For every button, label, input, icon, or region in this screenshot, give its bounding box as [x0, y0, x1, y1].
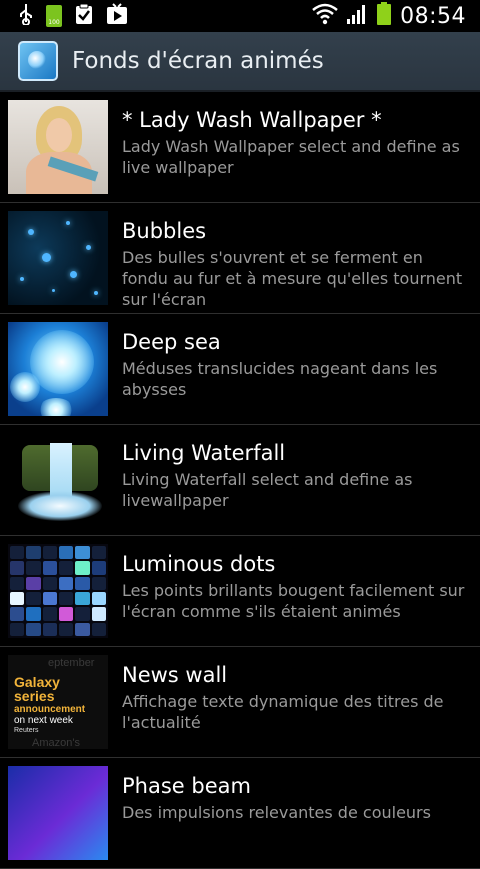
battery-app-label: 100 [48, 19, 60, 26]
list-item[interactable]: Living Waterfall Living Waterfall select… [0, 425, 480, 536]
live-wallpaper-icon[interactable] [18, 41, 58, 81]
news-thumb-source: Reuters [14, 727, 39, 734]
wallpaper-title: * Lady Wash Wallpaper * [122, 108, 382, 132]
battery-icon [376, 2, 392, 30]
wallpaper-list: * Lady Wash Wallpaper * Lady Wash Wallpa… [0, 92, 480, 869]
play-store-icon [106, 3, 128, 29]
wallpaper-thumbnail-news-wall: eptember Galaxy series announcement on n… [8, 655, 108, 749]
list-item[interactable]: Phase beam Des impulsions relevantes de … [0, 758, 480, 869]
page-title: Fonds d'écran animés [72, 48, 324, 74]
wallpaper-title: Phase beam [122, 774, 251, 798]
wallpaper-description: Living Waterfall select and define as li… [122, 470, 413, 510]
list-item[interactable]: * Lady Wash Wallpaper * Lady Wash Wallpa… [0, 92, 480, 203]
news-thumb-line4: on next week [14, 715, 73, 726]
wallpaper-description: Des bulles s'ouvrent et se ferment en fo… [122, 248, 463, 309]
wallpaper-title: Deep sea [122, 330, 221, 354]
list-item[interactable]: eptember Galaxy series announcement on n… [0, 647, 480, 758]
list-item[interactable]: Bubbles Des bulles s'ouvrent et se ferme… [0, 203, 480, 314]
clock: 08:54 [400, 3, 466, 29]
wallpaper-thumbnail-living-waterfall [8, 433, 108, 527]
wallpaper-thumbnail-phase-beam [8, 766, 108, 860]
status-bar: 100 08:54 [0, 0, 480, 32]
wifi-icon [312, 3, 338, 29]
news-thumb-line2: series [14, 688, 55, 704]
wallpaper-title: Bubbles [122, 219, 207, 243]
list-item[interactable]: Luminous dots Les points brillants bouge… [0, 536, 480, 647]
wallpaper-thumbnail-lady-wash [8, 100, 108, 194]
list-item[interactable]: Deep sea Méduses translucides nageant da… [0, 314, 480, 425]
signal-icon [346, 3, 368, 29]
news-thumb-line1: Galaxy [14, 674, 60, 690]
wallpaper-thumbnail-luminous-dots [8, 544, 108, 638]
wallpaper-title: Living Waterfall [122, 441, 286, 465]
usb-icon [18, 3, 34, 29]
wallpaper-description: Lady Wash Wallpaper select and define as… [122, 137, 460, 177]
wallpaper-title: Luminous dots [122, 552, 276, 576]
battery-app-icon: 100 [46, 5, 62, 27]
wallpaper-thumbnail-bubbles [8, 211, 108, 305]
wallpaper-description: Méduses translucides nageant dans les ab… [122, 359, 438, 399]
wallpaper-title: News wall [122, 663, 228, 687]
wallpaper-description: Des impulsions relevantes de couleurs [122, 803, 431, 822]
wallpaper-thumbnail-deep-sea [8, 322, 108, 416]
action-bar: Fonds d'écran animés [0, 32, 480, 92]
wallpaper-description: Les points brillants bougent facilement … [122, 581, 465, 621]
wallpaper-description: Affichage texte dynamique des titres de … [122, 692, 444, 732]
clipboard-check-icon [74, 3, 94, 29]
news-thumb-line3: announcement [14, 704, 86, 715]
